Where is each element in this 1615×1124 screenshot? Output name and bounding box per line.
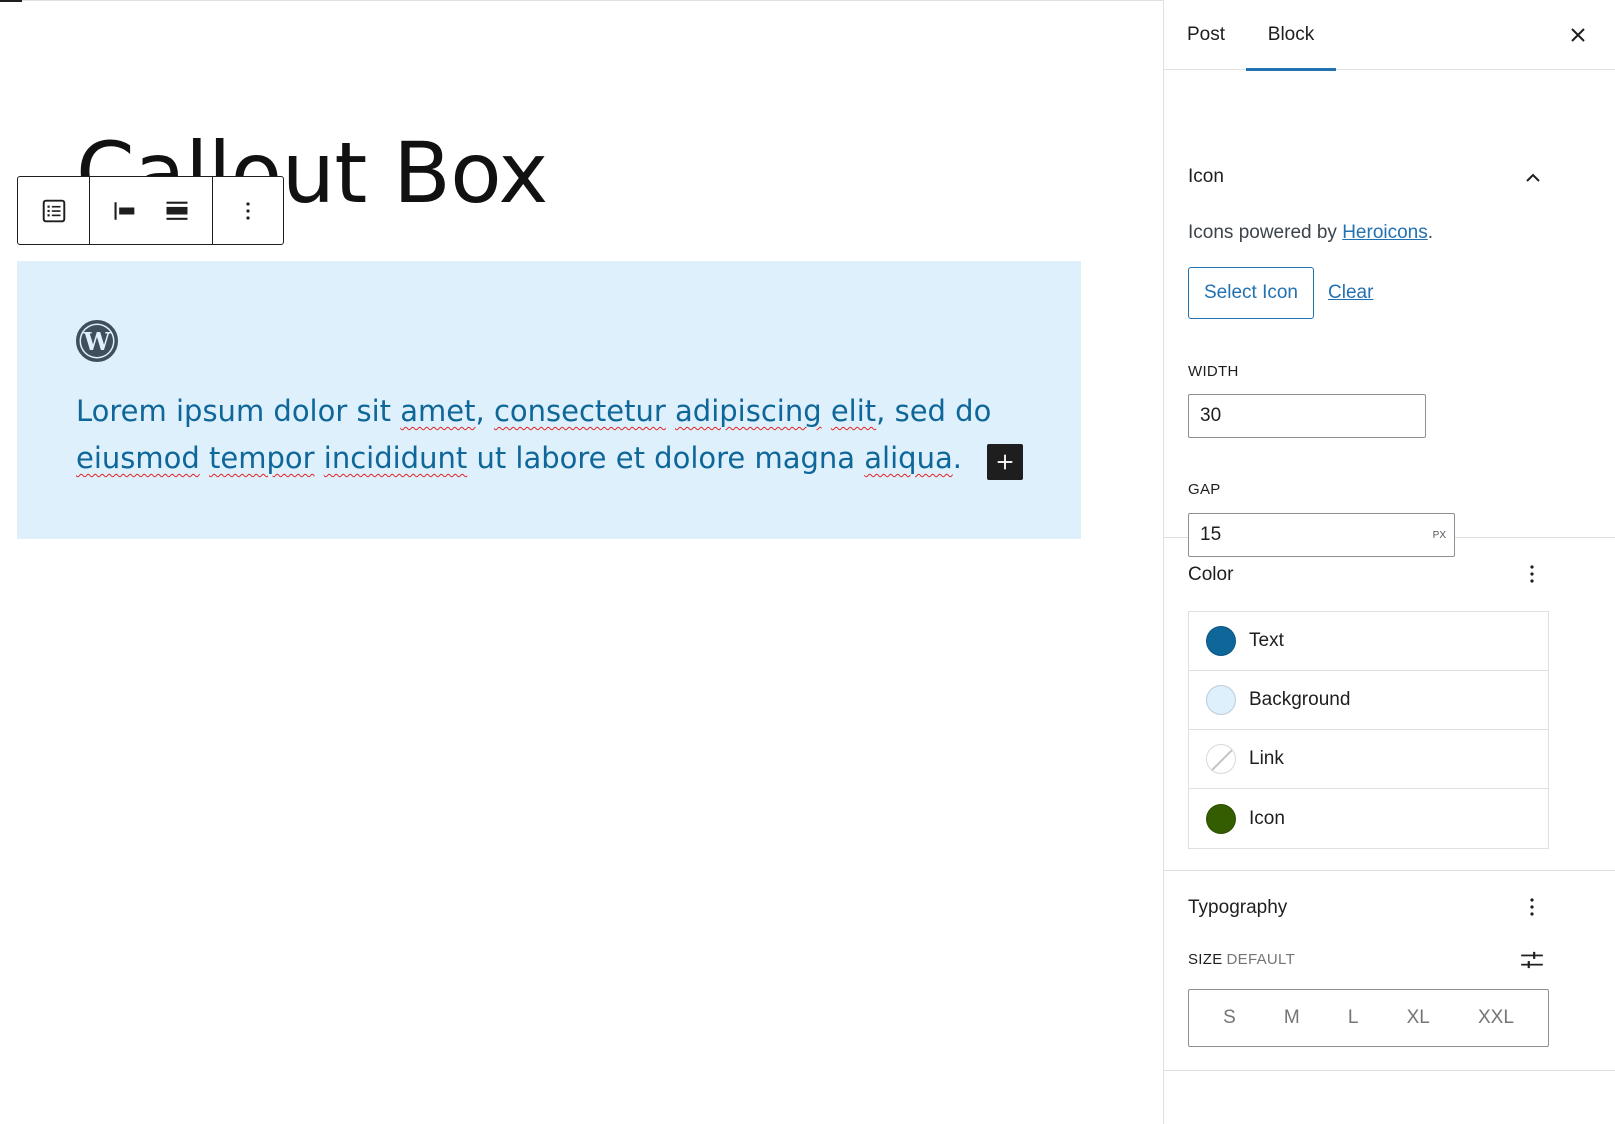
- color-swatch: [1206, 744, 1236, 774]
- font-size-xl[interactable]: XL: [1407, 1007, 1430, 1029]
- width-input[interactable]: 30: [1188, 394, 1426, 438]
- color-item-label: Link: [1249, 748, 1284, 769]
- text-run: [822, 394, 831, 428]
- color-item-text[interactable]: Text: [1189, 612, 1548, 671]
- text-run: , sed do: [876, 394, 992, 428]
- icon-panel-title[interactable]: Icon: [1188, 166, 1224, 188]
- list-view-icon: [42, 199, 65, 222]
- font-size-picker: S M L XL XXL: [1188, 989, 1549, 1047]
- misspelled-word: tempor: [209, 441, 315, 475]
- typography-options-icon[interactable]: [1520, 895, 1544, 919]
- top-divider: [0, 0, 1163, 1]
- svg-text:W: W: [83, 327, 112, 356]
- color-item-label: Background: [1249, 689, 1351, 710]
- powered-suffix: .: [1427, 222, 1434, 243]
- misspelled-word: aliqua: [864, 441, 953, 475]
- color-swatch: [1206, 626, 1236, 656]
- misspelled-word: adipiscing: [675, 394, 822, 428]
- icon-panel: Icon Icons powered by Heroicons. Select …: [1164, 70, 1615, 557]
- text-run: ,: [475, 394, 494, 428]
- select-icon-button[interactable]: Select Icon: [1188, 267, 1314, 319]
- wordpress-icon: W: [76, 320, 118, 362]
- color-swatch: [1206, 803, 1236, 834]
- size-default-text: DEFAULT: [1226, 951, 1296, 968]
- typography-panel-title: Typography: [1188, 897, 1288, 918]
- callout-block[interactable]: W Lorem ipsum dolor sit amet, consectetu…: [17, 261, 1081, 539]
- editor-canvas: Callout Box W Lorem ipsum dolor sit amet…: [0, 0, 1163, 1124]
- chevron-up-icon[interactable]: [1521, 166, 1545, 190]
- text-run: [666, 394, 675, 428]
- corner-mark: [0, 0, 22, 2]
- misspelled-word: amet: [400, 394, 476, 428]
- misspelled-word: eiusmod: [76, 441, 200, 475]
- align-left-icon: [114, 201, 135, 220]
- color-item-label: Icon: [1249, 807, 1285, 829]
- powered-by-text: Icons powered by Heroicons.: [1188, 222, 1433, 244]
- color-item-icon[interactable]: Icon: [1189, 789, 1548, 848]
- misspelled-word: elit: [830, 394, 877, 428]
- clear-button[interactable]: Clear: [1328, 282, 1373, 304]
- color-item-link[interactable]: Link: [1189, 730, 1548, 789]
- misspelled-word: incididunt: [323, 441, 468, 475]
- toolbar-group-more: [213, 177, 283, 244]
- more-options-icon: [246, 201, 250, 220]
- tab-block[interactable]: Block: [1246, 0, 1336, 71]
- align-left-button[interactable]: [99, 177, 151, 244]
- width-value: 30: [1200, 405, 1222, 426]
- color-panel-title: Color: [1188, 564, 1234, 585]
- size-label-text: SIZE: [1188, 951, 1223, 968]
- text-run: Lorem ipsum dolor sit: [76, 394, 401, 428]
- color-item-label: Text: [1249, 630, 1284, 651]
- heroicons-link[interactable]: Heroicons: [1342, 222, 1428, 243]
- gap-label: GAP: [1188, 481, 1221, 498]
- color-item-background[interactable]: Background: [1189, 671, 1548, 730]
- size-label: SIZE DEFAULT: [1188, 951, 1295, 968]
- more-options-button[interactable]: [222, 177, 274, 244]
- color-list: Text Background Link Icon: [1188, 611, 1549, 849]
- sidebar-header: Post Block: [1164, 0, 1615, 71]
- color-options-icon[interactable]: [1520, 562, 1544, 586]
- toolbar-group-align: [90, 177, 213, 244]
- misspelled-word: consectetur: [493, 394, 666, 428]
- text-run: [315, 441, 324, 475]
- text-run: .: [952, 441, 962, 475]
- align-wide-button[interactable]: [151, 177, 203, 244]
- tab-post[interactable]: Post: [1187, 0, 1225, 70]
- color-swatch: [1206, 685, 1236, 715]
- settings-sidebar: Post Block Icon Icons powered by Heroico…: [1163, 0, 1615, 1124]
- text-run: [200, 441, 209, 475]
- callout-text[interactable]: Lorem ipsum dolor sit amet, consectetur …: [76, 388, 1036, 482]
- font-size-s[interactable]: S: [1223, 1007, 1236, 1029]
- list-view-button[interactable]: [28, 177, 80, 244]
- typography-panel: Typography SIZE DEFAULT S M L XL XXL: [1164, 871, 1615, 1071]
- text-run: ut labore et dolore magna: [467, 441, 865, 475]
- plus-icon: [997, 454, 1013, 470]
- powered-prefix: Icons powered by: [1188, 222, 1343, 243]
- color-panel: Color Text Background Link Icon: [1164, 538, 1615, 871]
- block-inserter-button[interactable]: [987, 444, 1023, 480]
- font-size-l[interactable]: L: [1348, 1007, 1359, 1029]
- toolbar-group-parent: [18, 177, 90, 244]
- font-size-m[interactable]: M: [1284, 1007, 1300, 1029]
- align-wide-icon: [166, 201, 188, 220]
- custom-size-icon[interactable]: [1519, 947, 1545, 973]
- font-size-xxl[interactable]: XXL: [1478, 1007, 1514, 1029]
- close-icon[interactable]: [1566, 23, 1590, 47]
- block-toolbar: [17, 176, 284, 245]
- width-label: WIDTH: [1188, 363, 1239, 380]
